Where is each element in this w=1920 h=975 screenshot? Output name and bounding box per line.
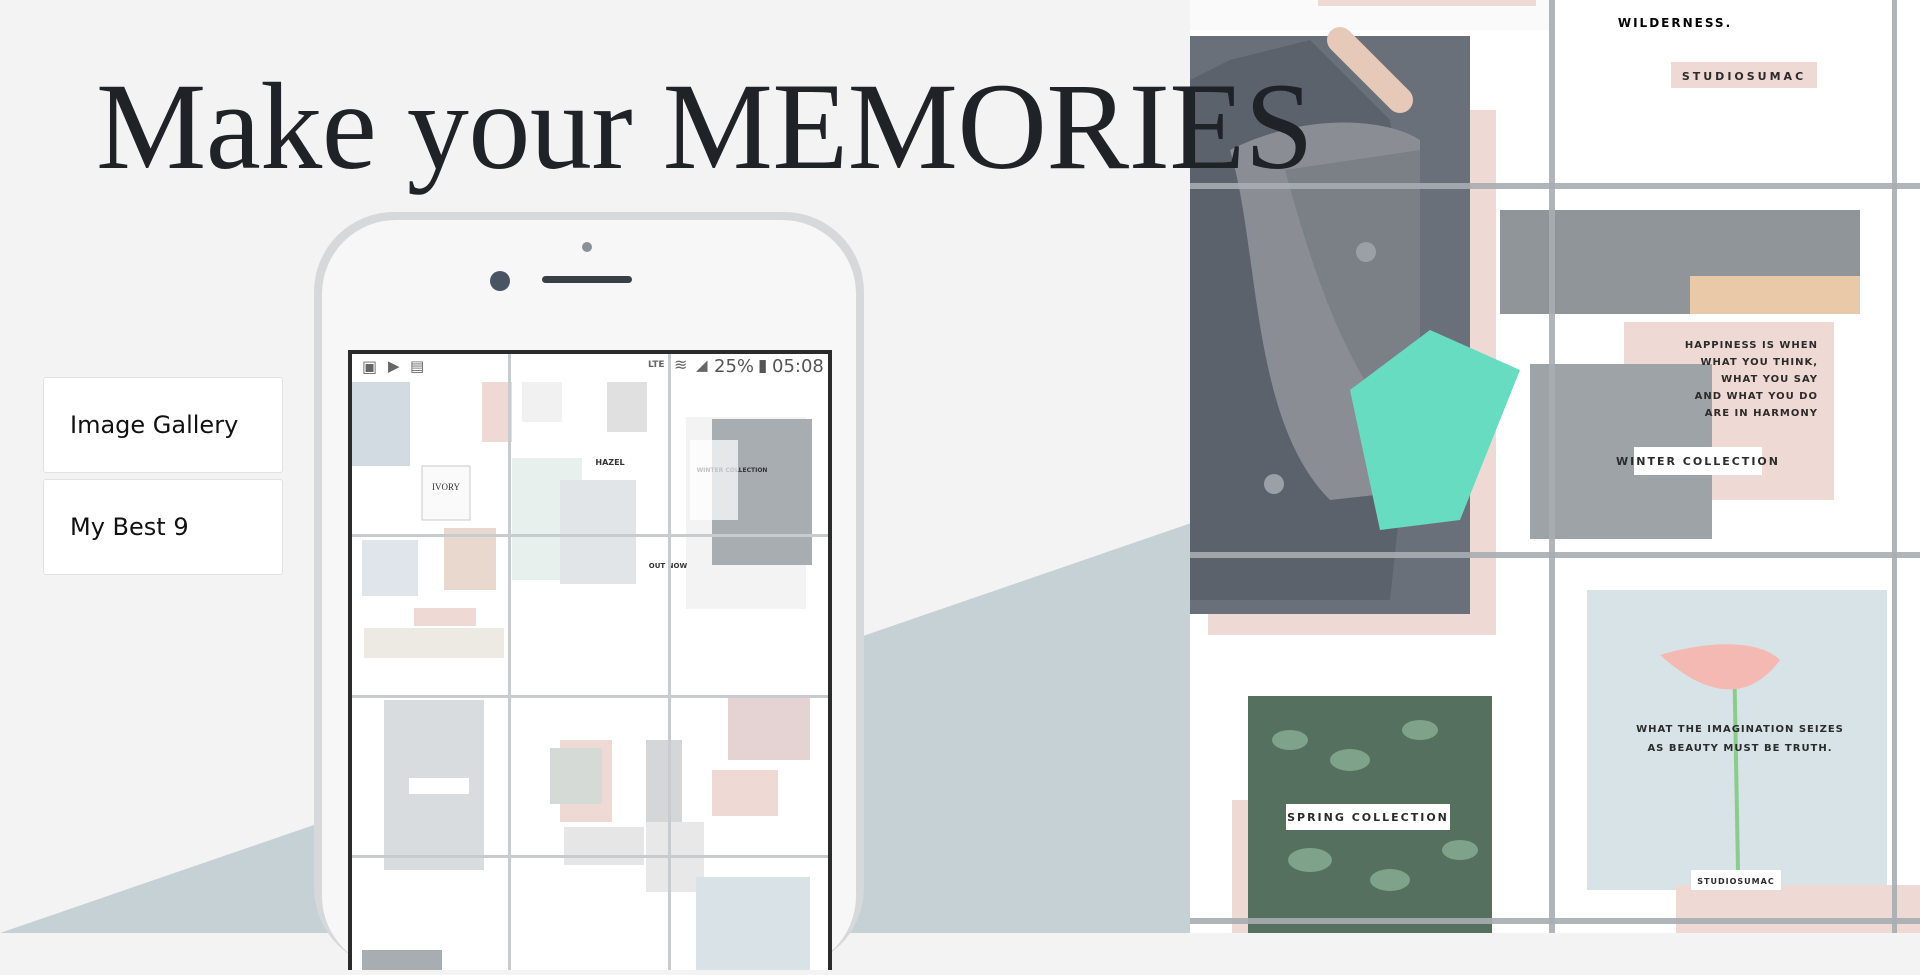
battery-icon: ▮ <box>758 356 768 376</box>
svg-text:HAPPINESS IS WHEN: HAPPINESS IS WHEN <box>1685 340 1818 351</box>
wifi-icon: ≋ <box>674 355 688 374</box>
phone-status-bar: ▣ ▶ ▤ LTE ≋ ◢ 25% ▮ 05:08 <box>352 355 830 381</box>
feed-brand-top: STUDIOSUMAC <box>1682 70 1806 83</box>
phone-mockup: IVORY HAZEL WINTER COLLECTION OUT NOW <box>312 210 866 970</box>
play-icon: ▶ <box>388 357 400 375</box>
nav-my-best-9-button[interactable]: My Best 9 <box>43 479 283 575</box>
message-icon: ▤ <box>410 357 425 375</box>
svg-text:AND WHAT YOU DO: AND WHAT YOU DO <box>1695 391 1818 402</box>
svg-text:WHAT THE IMAGINATION SEIZES: WHAT THE IMAGINATION SEIZES <box>1636 724 1844 735</box>
network-label: LTE <box>648 360 665 370</box>
svg-text:IVORY: IVORY <box>432 482 461 492</box>
svg-text:HAZEL: HAZEL <box>595 458 624 467</box>
gallery-icon: ▣ <box>362 357 378 376</box>
hero-headline: Make your MEMORIES <box>96 58 1314 195</box>
status-time: 05:08 <box>772 356 824 377</box>
signal-icon: ◢ <box>696 356 708 374</box>
feed-winter-label: WINTER COLLECTION <box>1616 455 1780 468</box>
phone-speaker <box>542 276 632 283</box>
svg-text:WHAT YOU THINK,: WHAT YOU THINK, <box>1701 357 1818 368</box>
svg-text:STUDIOSUMAC: STUDIOSUMAC <box>1697 877 1774 886</box>
feed-spring-label: SPRING COLLECTION <box>1287 811 1449 824</box>
feed-wilderness-text: WILDERNESS. <box>1618 16 1732 30</box>
svg-text:ARE IN HARMONY: ARE IN HARMONY <box>1705 408 1818 419</box>
phone-camera <box>490 271 510 291</box>
battery-percent: 25% <box>714 356 755 377</box>
svg-text:AS BEAUTY MUST BE TRUTH.: AS BEAUTY MUST BE TRUTH. <box>1647 743 1832 754</box>
gallery-nav: Image Gallery My Best 9 <box>43 377 283 581</box>
svg-text:WHAT YOU SAY: WHAT YOU SAY <box>1721 374 1818 385</box>
nav-image-gallery-button[interactable]: Image Gallery <box>43 377 283 473</box>
